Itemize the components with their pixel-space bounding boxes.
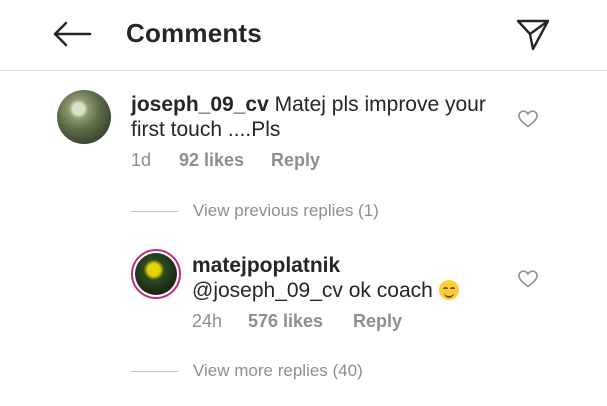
comments-list: joseph_09_cv Matej pls improve your firs…	[0, 71, 607, 406]
comment-text: @joseph_09_cv ok coach	[192, 279, 433, 302]
view-replies-label[interactable]: View previous replies (1)	[193, 201, 379, 221]
comments-screen: Comments joseph_09_cv Matej pls improve …	[0, 0, 607, 406]
heart-icon[interactable]	[518, 110, 538, 128]
paper-plane-icon[interactable]	[516, 18, 550, 52]
like-button[interactable]	[517, 268, 539, 290]
back-arrow-icon[interactable]	[52, 21, 92, 47]
comment-username[interactable]: matejpoplatnik	[192, 254, 340, 277]
avatar[interactable]	[57, 90, 111, 144]
page-title: Comments	[126, 18, 262, 48]
avatar-image	[135, 253, 177, 295]
divider	[131, 370, 178, 372]
share-button[interactable]	[510, 12, 556, 58]
comment-meta: 1d 92 likes Reply	[131, 150, 320, 171]
divider	[131, 210, 178, 212]
heart-icon[interactable]	[518, 270, 538, 288]
view-replies-link[interactable]: View previous replies (1)	[131, 201, 379, 221]
smiling-face-icon	[438, 280, 459, 300]
comment-body: matejpoplatnik @joseph_09_cv ok coach	[192, 253, 492, 303]
like-button[interactable]	[517, 108, 539, 130]
comment-time: 1d	[131, 150, 152, 170]
comment-meta: 24h 576 likes Reply	[192, 311, 402, 332]
reply-button[interactable]: Reply	[271, 150, 320, 171]
reply-button[interactable]: Reply	[353, 311, 402, 332]
comment-username[interactable]: joseph_09_cv	[131, 93, 269, 116]
comment-body: joseph_09_cv Matej pls improve your firs…	[131, 92, 491, 142]
view-replies-link[interactable]: View more replies (40)	[131, 361, 363, 381]
likes-count[interactable]: 576 likes	[248, 311, 353, 332]
header-bar: Comments	[0, 0, 607, 71]
comment-time: 24h	[192, 311, 223, 331]
view-replies-label[interactable]: View more replies (40)	[193, 361, 363, 381]
back-button[interactable]	[44, 14, 100, 54]
likes-count[interactable]: 92 likes	[179, 150, 271, 171]
avatar[interactable]	[131, 249, 181, 299]
